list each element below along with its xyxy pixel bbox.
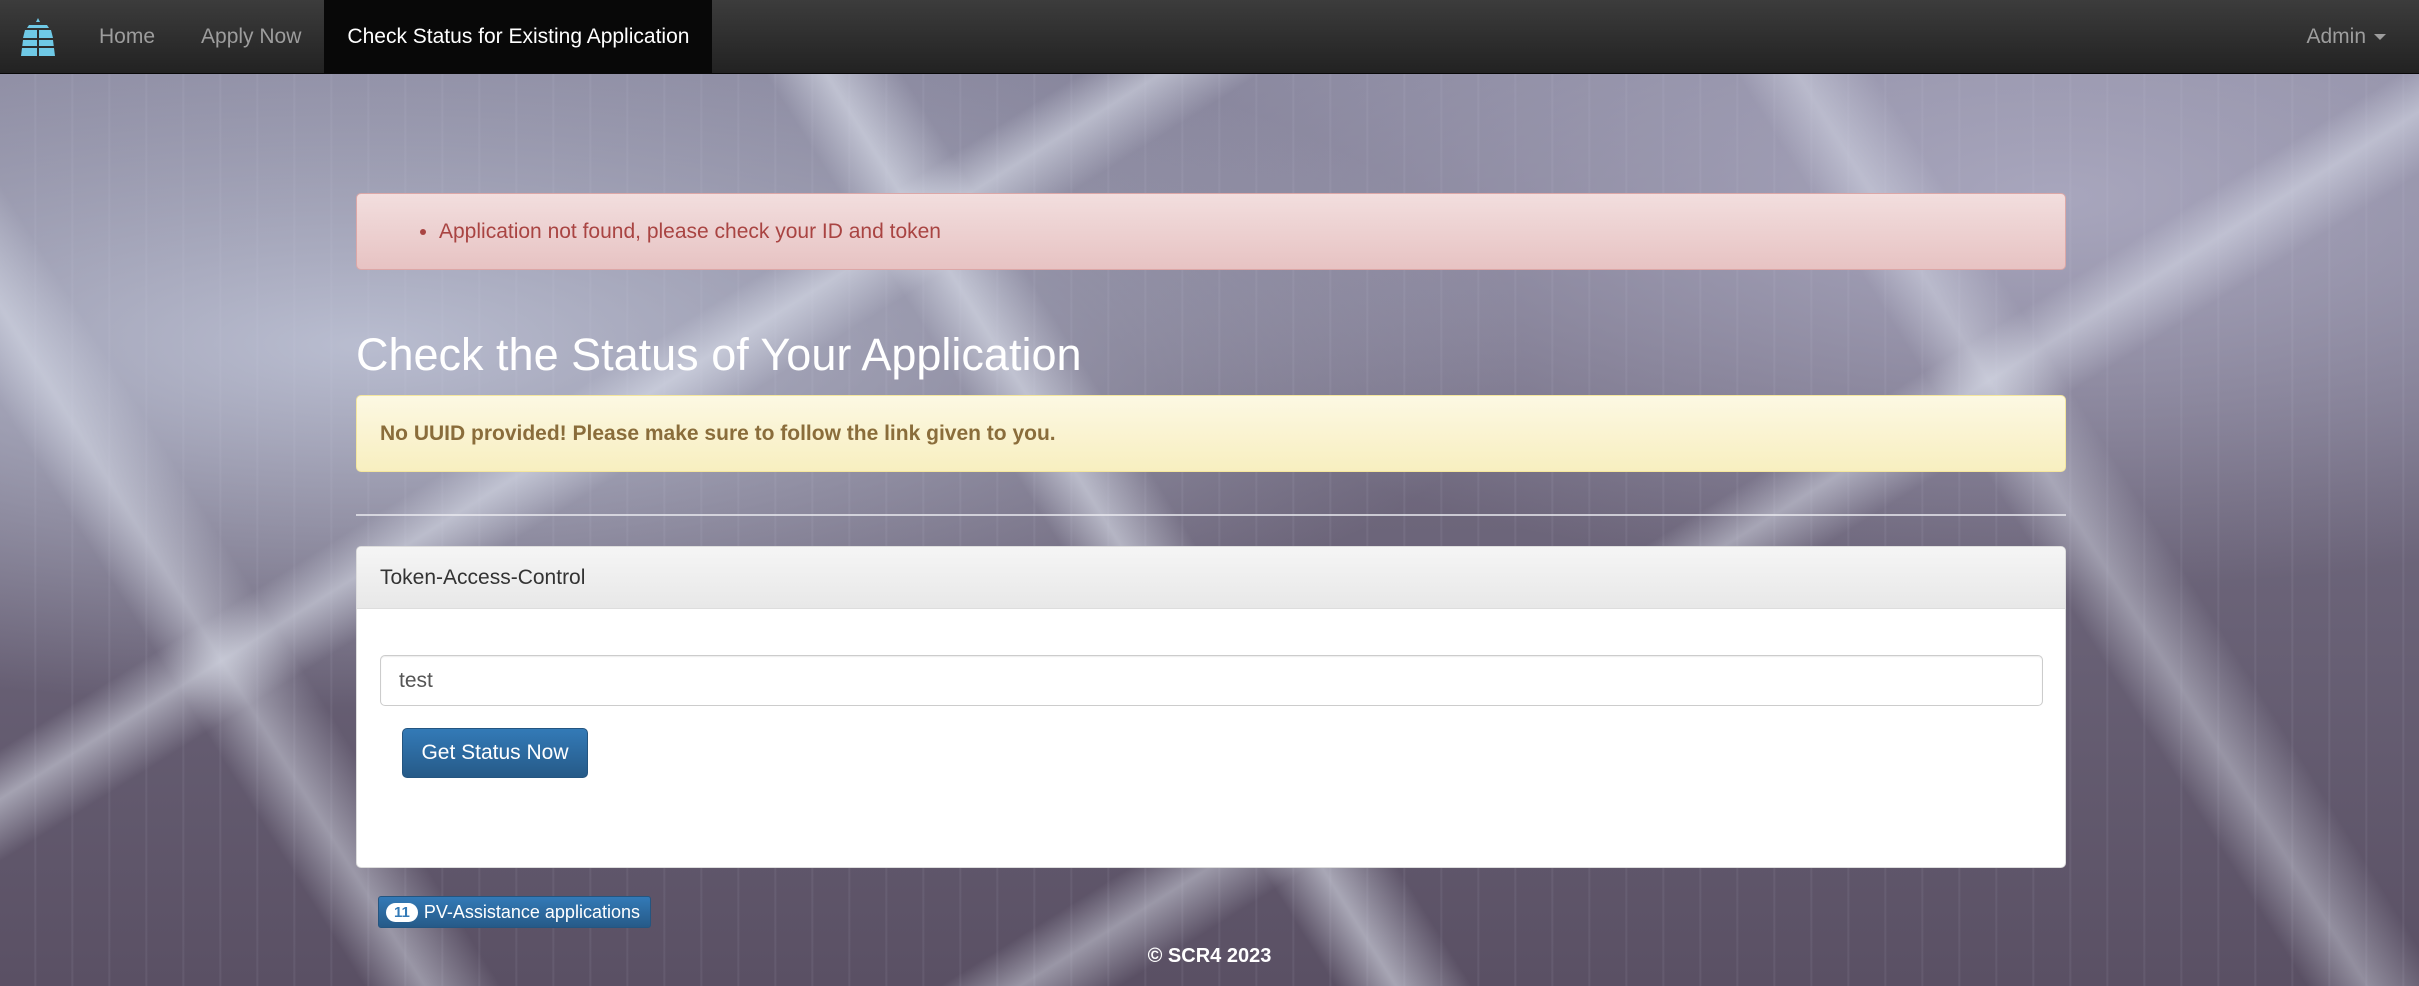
token-access-panel: Token-Access-Control Get Status Now bbox=[356, 546, 2066, 868]
error-message: Application not found, please check your… bbox=[439, 220, 941, 244]
applications-count-badge: 11 bbox=[386, 902, 418, 922]
divider bbox=[356, 514, 2066, 516]
applications-count-button[interactable]: 11 PV-Assistance applications bbox=[378, 896, 651, 928]
chevron-down-icon bbox=[2374, 33, 2386, 40]
error-alert: Application not found, please check your… bbox=[356, 193, 2066, 270]
admin-dropdown[interactable]: Admin bbox=[2283, 0, 2419, 73]
panel-title: Token-Access-Control bbox=[380, 565, 586, 589]
get-status-button[interactable]: Get Status Now bbox=[402, 728, 588, 778]
brand-logo[interactable] bbox=[0, 0, 76, 73]
solar-panel-icon bbox=[21, 17, 55, 56]
error-list: Application not found, please check your… bbox=[357, 220, 941, 244]
nav-home[interactable]: Home bbox=[76, 0, 178, 73]
applications-label: PV-Assistance applications bbox=[423, 901, 640, 922]
panel-heading: Token-Access-Control bbox=[357, 547, 2065, 609]
nav-apply-now[interactable]: Apply Now bbox=[178, 0, 324, 73]
admin-label: Admin bbox=[2306, 24, 2366, 48]
nav-check-status[interactable]: Check Status for Existing Application bbox=[324, 0, 713, 73]
warning-alert: No UUID provided! Please make sure to fo… bbox=[356, 395, 2066, 472]
footer-copyright: © SCR4 2023 bbox=[1147, 945, 1272, 967]
top-navbar: Home Apply Now Check Status for Existing… bbox=[0, 0, 2419, 74]
token-input[interactable] bbox=[380, 655, 2043, 706]
page-title: Check the Status of Your Application bbox=[356, 329, 1082, 380]
warning-message: No UUID provided! Please make sure to fo… bbox=[380, 421, 1056, 445]
